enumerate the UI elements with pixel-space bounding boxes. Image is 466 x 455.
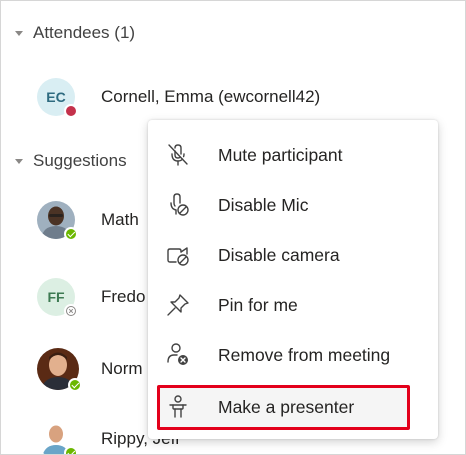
menu-item-label: Disable Mic [218,194,309,215]
menu-item-label: Make a presenter [218,396,355,417]
menu-item-label: Disable camera [218,244,340,265]
attendees-section-label: Attendees (1) [33,23,136,42]
mic-off-icon [168,144,188,166]
participant-name: Norm [101,359,143,378]
participants-panel: Attendees (1) EC Cornell, Emma (ewcornel… [0,0,466,455]
avatar [37,348,82,392]
suggestions-section-header[interactable]: Suggestions [15,151,127,171]
chevron-down-icon [15,158,23,164]
menu-item-mute-participant[interactable]: Mute participant [148,130,438,180]
menu-item-remove-from-meeting[interactable]: Remove from meeting [148,330,438,380]
avatar [37,201,78,241]
menu-item-label: Mute participant [218,144,343,165]
avatar [37,420,78,454]
suggestions-section-label: Suggestions [33,151,127,170]
pin-icon [167,294,189,316]
menu-item-make-a-presenter[interactable]: Make a presenter [148,382,438,432]
menu-item-disable-mic[interactable]: Disable Mic [148,180,438,230]
camera-blocked-icon [167,247,189,266]
menu-item-label: Remove from meeting [218,344,391,365]
menu-item-pin-for-me[interactable]: Pin for me [148,280,438,330]
participant-name: Cornell, Emma (ewcornell42) [101,87,321,106]
menu-item-disable-camera[interactable]: Disable camera [148,230,438,280]
participant-name: Fredo [101,287,146,306]
participant-row-math[interactable]: Math [37,200,139,241]
available-status-icon [68,378,82,392]
avatar-initials: FF [47,289,65,305]
busy-status-icon [64,104,78,118]
participant-name: Math [101,210,139,229]
menu-item-label: Pin for me [218,294,298,315]
participant-row-cornell[interactable]: EC Cornell, Emma (ewcornell42) [37,77,321,118]
presenter-icon [169,395,187,418]
person-remove-icon [167,343,188,365]
available-status-icon [64,227,78,241]
avatar: FF [37,278,78,318]
participant-row-fredo[interactable]: FF Fredo [37,277,146,318]
available-status-icon [64,446,78,454]
avatar-initials: EC [46,89,66,105]
mic-blocked-icon [170,193,189,216]
chevron-down-icon [15,30,23,36]
participant-context-menu: Mute participant Disable Mic Disable cam… [148,120,438,439]
participant-row-norm[interactable]: Norm [37,348,143,392]
offline-status-icon [64,304,78,318]
avatar: EC [37,78,78,118]
attendees-section-header[interactable]: Attendees (1) [15,23,135,43]
